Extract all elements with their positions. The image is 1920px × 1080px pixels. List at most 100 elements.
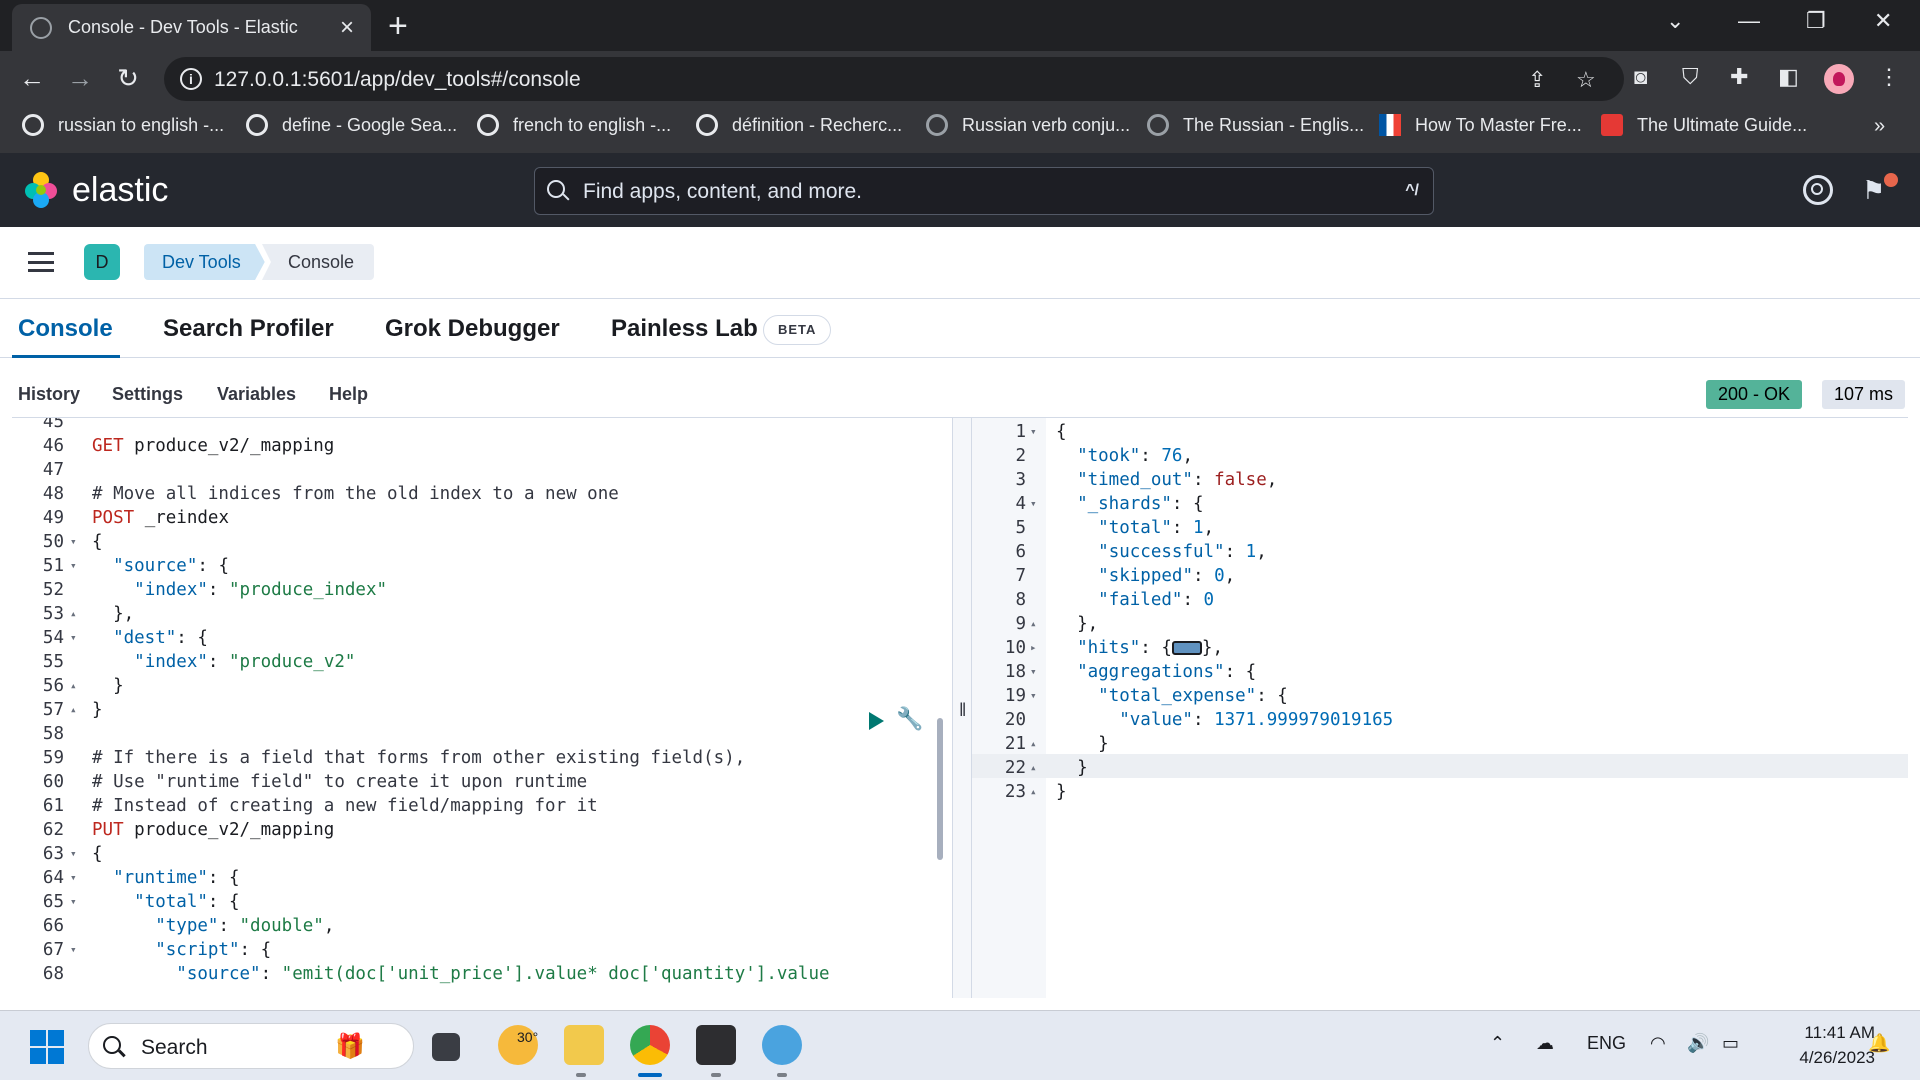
reload-icon[interactable]: ↻ (110, 60, 146, 96)
tab-console[interactable]: Console (18, 315, 113, 343)
code-line[interactable]: 61 # Instead of creating a new field/mapp… (12, 794, 952, 818)
code-line[interactable]: 18 ▾ "aggregations": { (972, 660, 1908, 684)
code-line[interactable]: 20 "value": 1371.999979019165 (972, 708, 1908, 732)
tab-search-profiler[interactable]: Search Profiler (163, 315, 334, 343)
camera-extension-icon[interactable]: ◙ (1634, 64, 1647, 90)
code-line[interactable]: 22 ▴ } (972, 756, 1908, 780)
space-avatar[interactable]: D (84, 244, 120, 280)
menu-icon[interactable] (28, 252, 54, 272)
fold-toggle-icon[interactable]: ▴ (70, 698, 77, 722)
code-line[interactable]: 62 PUT produce_v2/_mapping (12, 818, 952, 842)
fold-toggle-icon[interactable]: ▾ (70, 890, 77, 914)
chrome-menu-icon[interactable]: ⋮ (1878, 64, 1900, 90)
terminal-icon[interactable] (696, 1025, 736, 1065)
code-line[interactable]: 52 "index": "produce_index" (12, 578, 952, 602)
close-tab-icon[interactable]: × (333, 14, 361, 42)
code-line[interactable]: 60 # Use "runtime field" to create it upo… (12, 770, 952, 794)
minimize-icon[interactable]: — (1738, 8, 1760, 34)
wifi-icon[interactable]: ◠ (1650, 1033, 1666, 1054)
bookmark-item[interactable]: The Ultimate Guide... (1601, 114, 1807, 136)
address-bar[interactable]: i 127.0.0.1:5601/app/dev_tools#/console … (164, 57, 1624, 101)
fold-toggle-icon[interactable]: ▴ (1030, 612, 1037, 636)
code-line[interactable]: 47 (12, 458, 952, 482)
code-line[interactable]: 8 "failed": 0 (972, 588, 1908, 612)
code-line[interactable]: 59 # If there is a field that forms from … (12, 746, 952, 770)
fold-toggle-icon[interactable]: ▾ (70, 626, 77, 650)
shield-extension-icon[interactable]: ⛉ (1682, 64, 1699, 90)
code-line[interactable]: 9 ▴ }, (972, 612, 1908, 636)
code-line[interactable]: 2 "took": 76, (972, 444, 1908, 468)
bookmark-item[interactable]: french to english -... (477, 114, 671, 136)
code-line[interactable]: 65 ▾ "total": { (12, 890, 952, 914)
code-line[interactable]: 66 "type": "double", (12, 914, 952, 938)
side-panel-icon[interactable]: ◧ (1778, 64, 1799, 90)
fold-toggle-icon[interactable]: ▴ (1030, 732, 1037, 756)
code-line[interactable]: 53 ▴ }, (12, 602, 952, 626)
code-line[interactable]: 1 ▾ { (972, 420, 1908, 444)
fold-toggle-icon[interactable]: ▴ (1030, 756, 1037, 780)
bookmark-item[interactable]: définition - Recherc... (696, 114, 902, 136)
code-line[interactable]: 48 # Move all indices from the old index … (12, 482, 952, 506)
restore-icon[interactable]: ❐ (1806, 8, 1826, 34)
code-line[interactable]: 45 (12, 418, 952, 434)
volume-icon[interactable]: 🔊 (1687, 1033, 1709, 1054)
code-line[interactable]: 63 ▾ { (12, 842, 952, 866)
language-indicator[interactable]: ENG (1587, 1033, 1626, 1054)
code-line[interactable]: 51 ▾ "source": { (12, 554, 952, 578)
code-line[interactable]: 19 ▾ "total_expense": { (972, 684, 1908, 708)
code-line[interactable]: 49 POST _reindex (12, 506, 952, 530)
more-bookmarks-chevron[interactable]: » (1874, 115, 1885, 138)
fold-toggle-icon[interactable]: ▾ (70, 938, 77, 962)
variables-link[interactable]: Variables (217, 384, 296, 405)
bookmark-item[interactable]: Russian verb conju... (926, 114, 1130, 136)
fold-toggle-icon[interactable]: ▸ (1030, 636, 1037, 660)
tab-search-icon[interactable]: ⌄ (1666, 8, 1684, 34)
code-line[interactable]: 68 "source": "emit(doc['unit_price'].val… (12, 962, 952, 986)
fold-toggle-icon[interactable]: ▴ (1030, 780, 1037, 804)
battery-icon[interactable]: ▭ (1722, 1033, 1739, 1054)
browser-tab[interactable]: Console - Dev Tools - Elastic × (12, 4, 371, 51)
code-line[interactable]: 57 ▴} (12, 698, 952, 722)
response-output[interactable]: 1 ▾{2 "took": 76, 3 "timed_out": false, 4 ▾ … (972, 418, 1908, 998)
fold-toggle-icon[interactable]: ▾ (70, 530, 77, 554)
code-line[interactable]: 5 "total": 1, (972, 516, 1908, 540)
bookmark-item[interactable]: How To Master Fre... (1379, 114, 1582, 136)
address-url[interactable]: 127.0.0.1:5601/app/dev_tools#/console (214, 68, 581, 92)
fold-toggle-icon[interactable]: ▴ (70, 602, 77, 626)
elastic-logo-text[interactable]: elastic (72, 171, 168, 210)
help-icon[interactable] (1803, 175, 1833, 205)
fold-toggle-icon[interactable]: ▾ (1030, 420, 1037, 444)
paint-app-icon[interactable] (762, 1025, 802, 1065)
tab-painless-lab[interactable]: Painless Lab (611, 315, 758, 343)
bookmark-item[interactable]: The Russian - Englis... (1147, 114, 1364, 136)
code-line[interactable]: 46 GET produce_v2/_mapping (12, 434, 952, 458)
tab-grok-debugger[interactable]: Grok Debugger (385, 315, 560, 343)
file-explorer-icon[interactable] (564, 1025, 604, 1065)
taskbar-search-input[interactable]: Search 🎁 (88, 1023, 414, 1069)
extensions-puzzle-icon[interactable]: ✚ (1730, 64, 1748, 90)
onedrive-cloud-icon[interactable]: ☁ (1536, 1033, 1554, 1054)
code-line[interactable]: 4 ▾ "_shards": { (972, 492, 1908, 516)
settings-link[interactable]: Settings (112, 384, 183, 405)
share-icon[interactable]: ⇪ (1528, 67, 1546, 93)
fold-toggle-icon[interactable]: ▾ (1030, 684, 1037, 708)
site-info-icon[interactable]: i (180, 68, 202, 90)
clock-time[interactable]: 11:41 AM (1775, 1023, 1875, 1043)
code-line[interactable]: 6 "successful": 1, (972, 540, 1908, 564)
breadcrumb-dev-tools[interactable]: Dev Tools (144, 244, 265, 280)
start-windows-icon[interactable] (30, 1030, 64, 1064)
back-icon[interactable]: ← (14, 60, 50, 96)
code-line[interactable]: 67 ▾ "script": { (12, 938, 952, 962)
bookmark-item[interactable]: russian to english -... (22, 114, 224, 136)
code-line[interactable]: 64 ▾ "runtime": { (12, 866, 952, 890)
code-line[interactable]: 7 "skipped": 0, (972, 564, 1908, 588)
code-line[interactable]: 58 (12, 722, 952, 746)
fold-toggle-icon[interactable]: ▴ (70, 674, 77, 698)
code-line[interactable]: 54 ▾ "dest": { (12, 626, 952, 650)
help-link[interactable]: Help (329, 384, 368, 405)
code-line[interactable]: 56 ▴ } (12, 674, 952, 698)
collapsed-object-badge[interactable] (1171, 641, 1202, 655)
clock-date[interactable]: 4/26/2023 (1765, 1048, 1875, 1068)
task-view-icon[interactable] (432, 1033, 460, 1061)
code-line[interactable]: 3 "timed_out": false, (972, 468, 1908, 492)
